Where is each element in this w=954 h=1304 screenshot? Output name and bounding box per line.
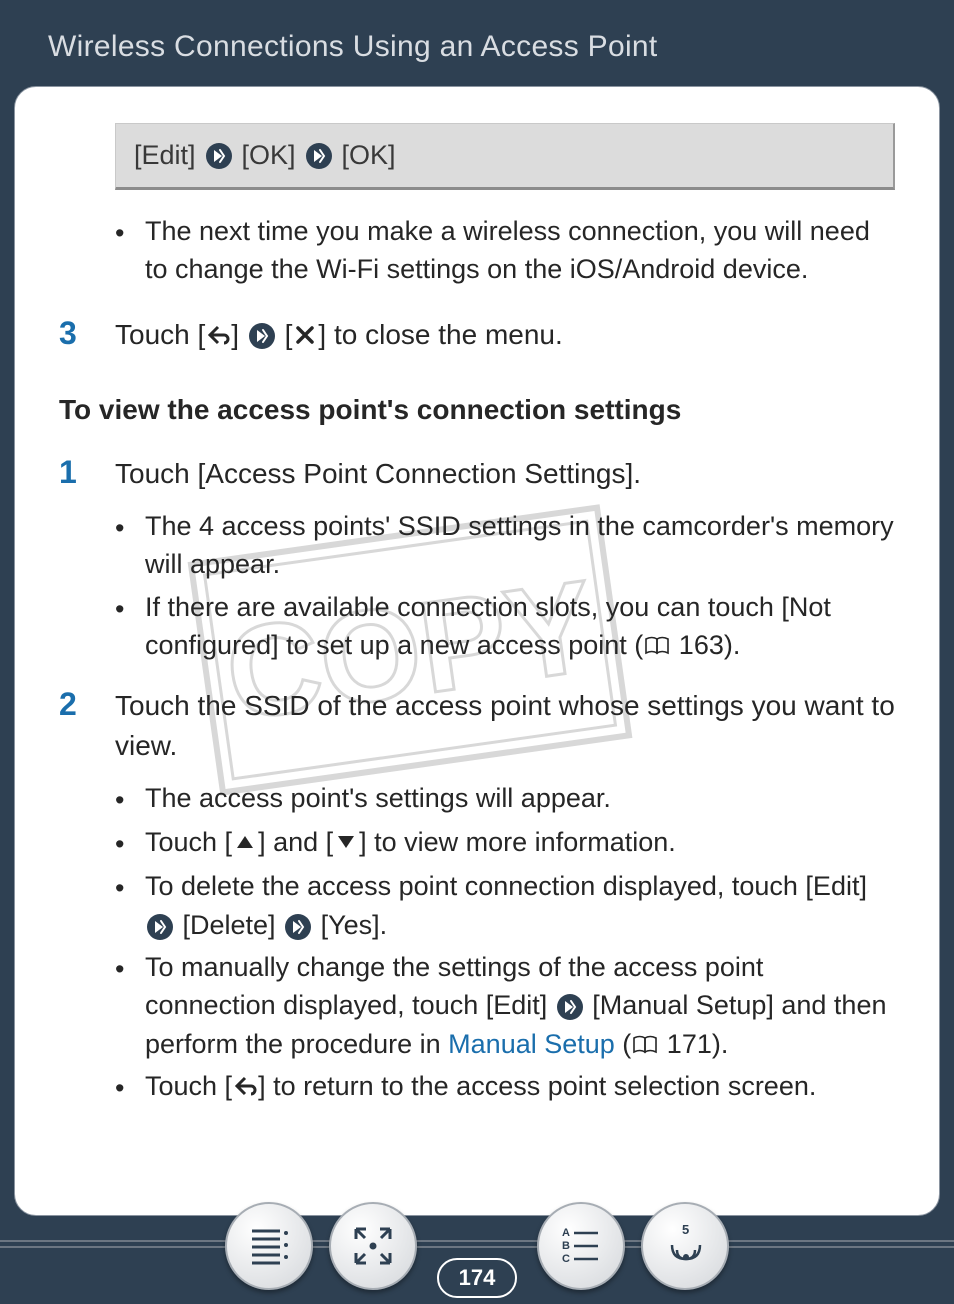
page-title: Wireless Connections Using an Access Poi… [0,0,954,64]
step-text: Touch [] [] to close the menu. [115,315,895,354]
arrow-icon [206,143,232,169]
list-item: • The next time you make a wireless conn… [115,212,895,289]
arrow-icon [147,914,173,940]
manual-setup-link[interactable]: Manual Setup [448,1029,615,1059]
close-icon [292,323,318,347]
list-item: • Touch [] to return to the access point… [115,1067,895,1107]
breadcrumb-ok2: [OK] [342,140,396,171]
list-item: • The 4 access points' SSID settings in … [115,507,895,584]
step-number: 2 [59,686,115,764]
list-item: • If there are available connection slot… [115,588,895,665]
back-icon [205,323,231,347]
page-number: 174 [437,1258,517,1298]
subheading: To view the access point's connection se… [59,394,895,426]
step-text: Touch the SSID of the access point whose… [115,686,895,764]
arrow-icon [249,323,275,349]
breadcrumb-edit: [Edit] [134,140,196,171]
step-2: 2 Touch the SSID of the access point who… [59,686,895,764]
book-icon [631,1034,659,1056]
bullet-list: • The next time you make a wireless conn… [115,212,895,289]
book-icon [643,635,671,657]
bullet-list: • The access point's settings will appea… [115,779,895,1108]
up-icon [232,830,258,854]
wifi-button[interactable] [641,1202,729,1290]
list-item: • To delete the access point connection … [115,867,895,944]
expand-button[interactable] [329,1202,417,1290]
toc-button[interactable] [225,1202,313,1290]
step-3: 3 Touch [] [] to close the menu. [59,315,895,354]
breadcrumb-box: [Edit] [OK] [OK] [115,123,895,190]
step-number: 3 [59,315,115,354]
list-item: • To manually change the settings of the… [115,948,895,1063]
breadcrumb-ok1: [OK] [242,140,296,171]
step-number: 1 [59,454,115,493]
arrow-icon [306,143,332,169]
list-item: • The access point's settings will appea… [115,779,895,819]
step-text: Touch [Access Point Connection Settings]… [115,454,895,493]
back-icon [232,1074,258,1098]
arrow-icon [285,914,311,940]
arrow-icon [557,994,583,1020]
step-1: 1 Touch [Access Point Connection Setting… [59,454,895,493]
down-icon [333,830,359,854]
list-item: • Touch [] and [] to view more informati… [115,823,895,863]
page-card: COPY [Edit] [OK] [OK] • The next time yo… [14,86,940,1216]
index-button[interactable] [537,1202,625,1290]
bullet-list: • The 4 access points' SSID settings in … [115,507,895,664]
